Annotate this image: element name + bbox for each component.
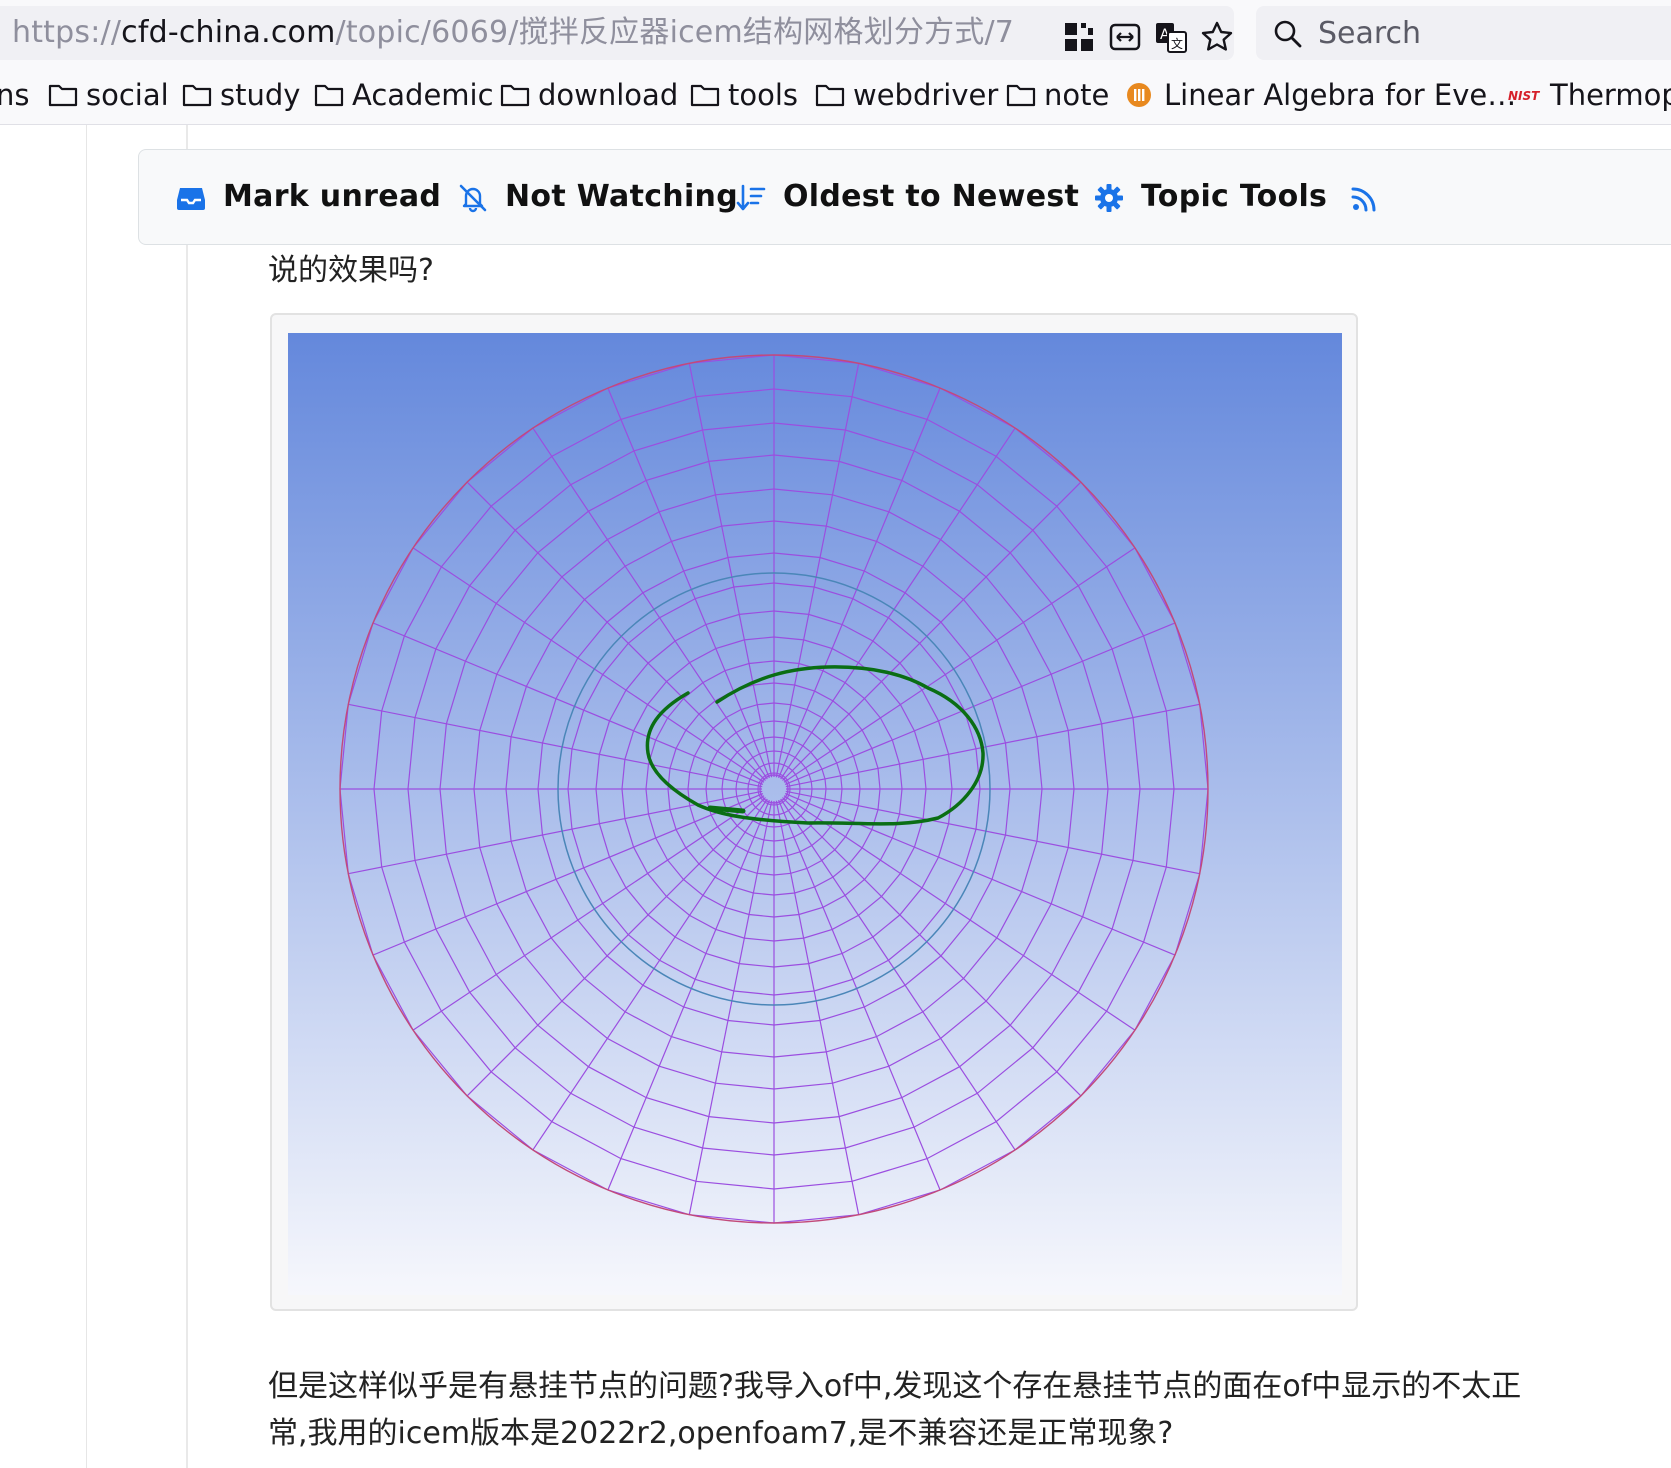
inbox-icon bbox=[177, 188, 205, 210]
divider bbox=[86, 125, 87, 1468]
rss-button[interactable] bbox=[1349, 174, 1383, 220]
bookmark-label: Academic bbox=[352, 78, 494, 112]
folder-icon bbox=[690, 84, 720, 107]
post-body: 但是这样似乎是有悬挂节点的问题?我导入of中,发现这个存在悬挂节点的面在of中显… bbox=[268, 1363, 1658, 1457]
mesh-screenshot bbox=[288, 333, 1342, 1295]
search-icon bbox=[1274, 20, 1302, 48]
not-watching-label: Not Watching bbox=[505, 179, 738, 214]
timeline-rail bbox=[186, 125, 188, 1468]
folder-icon bbox=[500, 84, 530, 107]
sort-descending-icon bbox=[736, 184, 766, 211]
folder-icon bbox=[48, 84, 78, 107]
folder-icon bbox=[182, 84, 212, 107]
search-placeholder: Search bbox=[1318, 16, 1422, 51]
nist-favicon-icon: NIST bbox=[1508, 89, 1540, 103]
bookmark-label: social bbox=[86, 78, 169, 112]
search-bar[interactable]: Search bbox=[1256, 6, 1671, 60]
reader-view-icon[interactable] bbox=[1108, 20, 1142, 54]
bookmark-item[interactable]: ns bbox=[0, 77, 30, 113]
post-text-intro: 说的效果吗? bbox=[268, 253, 434, 288]
url-bar[interactable]: https://cfd-china.com/topic/6069/搅拌反应器ic… bbox=[0, 6, 1234, 60]
translate-icon[interactable]: A 文 bbox=[1154, 20, 1188, 54]
bell-slash-icon bbox=[459, 184, 487, 213]
folder-icon bbox=[815, 84, 845, 107]
bookmark-label: Linear Algebra for Eve… bbox=[1164, 78, 1517, 112]
annotation-stroke-tail bbox=[707, 805, 746, 814]
qr-code-icon[interactable] bbox=[1062, 20, 1096, 54]
bookmark-label: Thermopl bbox=[1550, 78, 1671, 112]
bookmark-label: download bbox=[538, 78, 679, 112]
svg-text:文: 文 bbox=[1171, 36, 1183, 51]
bookmark-label: tools bbox=[728, 78, 799, 112]
folder-icon bbox=[314, 84, 344, 107]
rss-icon bbox=[1351, 187, 1376, 212]
topic-tools-label: Topic Tools bbox=[1141, 179, 1328, 214]
topic-page: Mark unread Not Watching Oldest to Newes… bbox=[0, 125, 1671, 1468]
gear-icon bbox=[1095, 184, 1123, 212]
folder-icon bbox=[1006, 84, 1036, 107]
bookmark-label: note bbox=[1044, 78, 1110, 112]
post-image-lightbox[interactable] bbox=[270, 313, 1358, 1311]
topic-footer-buttons: Mark unread Not Watching Oldest to Newes… bbox=[138, 149, 1671, 245]
mark-unread-label: Mark unread bbox=[223, 179, 442, 214]
post-paragraph-line: 但是这样似乎是有悬挂节点的问题?我导入of中,发现这个存在悬挂节点的面在of中显… bbox=[268, 1369, 1522, 1404]
bookmark-label: study bbox=[220, 78, 301, 112]
bookmarks-toolbar: ns social study Academic download tools … bbox=[0, 66, 1671, 125]
svg-text:NIST: NIST bbox=[1508, 89, 1540, 103]
url-bar-actions: A 文 bbox=[1062, 20, 1234, 54]
site-favicon-icon bbox=[1127, 83, 1151, 107]
post-paragraph-line: 常,我用的icem版本是2022r2,openfoam7,是不兼容还是正常现象? bbox=[268, 1416, 1174, 1451]
bookmark-star-icon[interactable] bbox=[1200, 20, 1234, 54]
bookmark-label: webdriver bbox=[853, 78, 999, 112]
browser-toolbar: https://cfd-china.com/topic/6069/搅拌反应器ic… bbox=[0, 0, 1671, 66]
mesh-image bbox=[288, 333, 1342, 1295]
url-text[interactable]: https://cfd-china.com/topic/6069/搅拌反应器ic… bbox=[12, 15, 1014, 51]
sort-order-label: Oldest to Newest bbox=[783, 179, 1080, 214]
